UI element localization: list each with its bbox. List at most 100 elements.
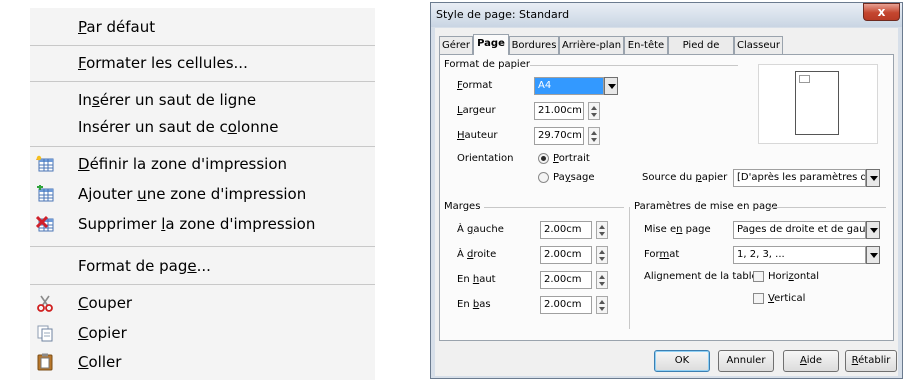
tab-manage[interactable]: Gérer <box>439 36 473 54</box>
tab-footer[interactable]: Pied de page <box>668 36 734 68</box>
page-preview-cells <box>799 75 810 83</box>
section-divider <box>484 207 624 208</box>
menu-item-label: Insérer un saut de colonne <box>78 118 279 136</box>
copy-icon <box>37 325 53 342</box>
clipboard-icon <box>37 353 53 371</box>
menu-item-insert-column-break[interactable]: Insérer un saut de colonne <box>30 114 375 140</box>
margins-heading: Marges <box>444 201 481 212</box>
scissors-icon <box>37 295 53 312</box>
margin-right-input[interactable]: 2.00cm <box>540 246 592 264</box>
portrait-label: Portrait <box>553 153 590 164</box>
margin-bottom-label: En bas <box>457 299 491 310</box>
menu-item-label: Coller <box>78 353 122 371</box>
vertical-label: Vertical <box>768 293 806 304</box>
margin-bottom-spinner[interactable] <box>596 296 608 314</box>
section-divider <box>530 65 738 66</box>
menu-item-label: Définir la zone d'impression <box>78 155 288 173</box>
margin-right-label: À droite <box>457 249 497 260</box>
height-input[interactable]: 29.70cm <box>534 127 584 145</box>
numbering-format-dropdown-button[interactable] <box>866 246 880 264</box>
width-label: Largeur <box>457 105 496 116</box>
margin-top-spinner[interactable] <box>596 271 608 289</box>
page-layout-dropdown-button[interactable] <box>866 221 880 239</box>
tab-sheet[interactable]: Classeur <box>734 36 783 54</box>
horizontal-label: Horizontal <box>768 271 820 282</box>
paper-format-dropdown-button[interactable] <box>604 77 618 95</box>
menu-item-label: Formater les cellules... <box>78 54 248 72</box>
tab-borders[interactable]: Bordures <box>509 36 559 54</box>
vertical-checkbox[interactable] <box>753 293 764 304</box>
tab-background[interactable]: Arrière-plan <box>559 36 624 54</box>
margin-top-input[interactable]: 2.00cm <box>540 271 592 289</box>
delete-print-range-icon <box>36 215 54 232</box>
menu-item-define-print-range[interactable]: Définir la zone d'impression <box>30 151 375 177</box>
paper-format-heading: Format de papier <box>444 59 530 70</box>
reset-button[interactable]: Rétablir <box>845 350 897 372</box>
menu-item-add-print-range[interactable]: Ajouter une zone d'impression <box>30 181 375 207</box>
menu-item-label: Supprimer la zone d'impression <box>78 215 316 233</box>
margin-left-input[interactable]: 2.00cm <box>540 221 592 239</box>
close-button[interactable]: x <box>863 3 900 21</box>
landscape-label: Paysage <box>553 172 595 183</box>
page-layout-label: Mise en page <box>644 224 711 235</box>
tab-page[interactable]: Page <box>473 34 509 55</box>
menu-item-label: Insérer un saut de ligne <box>78 91 257 109</box>
menu-separator <box>30 45 375 46</box>
menu-item-cut[interactable]: Couper <box>30 290 375 316</box>
page-layout-select[interactable]: Pages de droite et de gauc <box>733 221 866 239</box>
numbering-format-select[interactable]: 1, 2, 3, ... <box>733 246 866 264</box>
portrait-radio[interactable] <box>538 153 549 164</box>
width-input[interactable]: 21.00cm <box>534 102 584 120</box>
menu-item-page-format[interactable]: Format de page... <box>30 253 375 279</box>
margin-top-label: En haut <box>457 274 496 285</box>
orientation-label: Orientation <box>457 153 514 164</box>
menu-separator <box>30 284 375 285</box>
margin-left-spinner[interactable] <box>596 221 608 239</box>
height-label: Hauteur <box>457 130 498 141</box>
menu-item-delete-print-range[interactable]: Supprimer la zone d'impression <box>30 211 375 237</box>
menu-item-label: Ajouter une zone d'impression <box>78 185 307 203</box>
paper-source-label: Source du papier <box>642 172 728 183</box>
dialog-title-bar[interactable]: Style de page: Standard x <box>431 3 902 27</box>
define-print-range-icon <box>36 155 54 172</box>
table-alignment-label: Alignement de la table <box>644 271 758 282</box>
format-label: Format <box>457 80 493 91</box>
dialog-title: Style de page: Standard <box>436 8 570 21</box>
page-style-dialog: Style de page: Standard x Gérer Page Bor… <box>430 2 903 379</box>
menu-item-default[interactable]: Par défaut <box>30 14 375 40</box>
margin-right-spinner[interactable] <box>596 246 608 264</box>
context-menu: Par défaut Formater les cellules... Insé… <box>30 8 375 380</box>
menu-item-format-cells[interactable]: Formater les cellules... <box>30 50 375 76</box>
menu-separator <box>30 246 375 247</box>
page-preview <box>758 64 878 144</box>
height-spinner[interactable] <box>588 127 600 145</box>
tab-header[interactable]: En-tête <box>624 36 668 54</box>
dialog-client-area: Gérer Page Bordures Arrière-plan En-tête… <box>435 28 898 376</box>
margin-bottom-input[interactable]: 2.00cm <box>540 296 592 314</box>
menu-item-label: Couper <box>78 294 133 312</box>
paper-source-select[interactable]: [D'après les paramètres de l' <box>733 169 866 187</box>
help-button[interactable]: Aide <box>783 350 839 372</box>
menu-separator <box>30 146 375 147</box>
section-divider <box>768 207 886 208</box>
menu-item-insert-row-break[interactable]: Insérer un saut de ligne <box>30 87 375 113</box>
menu-item-label: Format de page... <box>78 257 211 275</box>
menu-item-copy[interactable]: Copier <box>30 320 375 346</box>
landscape-radio[interactable] <box>538 172 549 183</box>
add-print-range-icon <box>37 185 54 202</box>
width-spinner[interactable] <box>588 102 600 120</box>
numbering-format-label: Format <box>644 249 680 260</box>
cancel-button[interactable]: Annuler <box>718 350 774 372</box>
menu-item-label: Par défaut <box>78 18 156 36</box>
ok-button[interactable]: OK <box>654 350 710 372</box>
paper-source-dropdown-button[interactable] <box>866 169 880 187</box>
horizontal-checkbox[interactable] <box>753 271 764 282</box>
page-preview-sheet <box>795 71 839 135</box>
paper-format-select[interactable]: A4 <box>534 77 604 95</box>
tab-panel-page: Format de papier Format A4 Largeur 21.00… <box>439 54 894 341</box>
menu-separator <box>30 81 375 82</box>
column-divider <box>629 207 630 329</box>
close-icon: x <box>877 5 886 19</box>
menu-item-label: Copier <box>78 324 127 342</box>
menu-item-paste[interactable]: Coller <box>30 349 375 375</box>
